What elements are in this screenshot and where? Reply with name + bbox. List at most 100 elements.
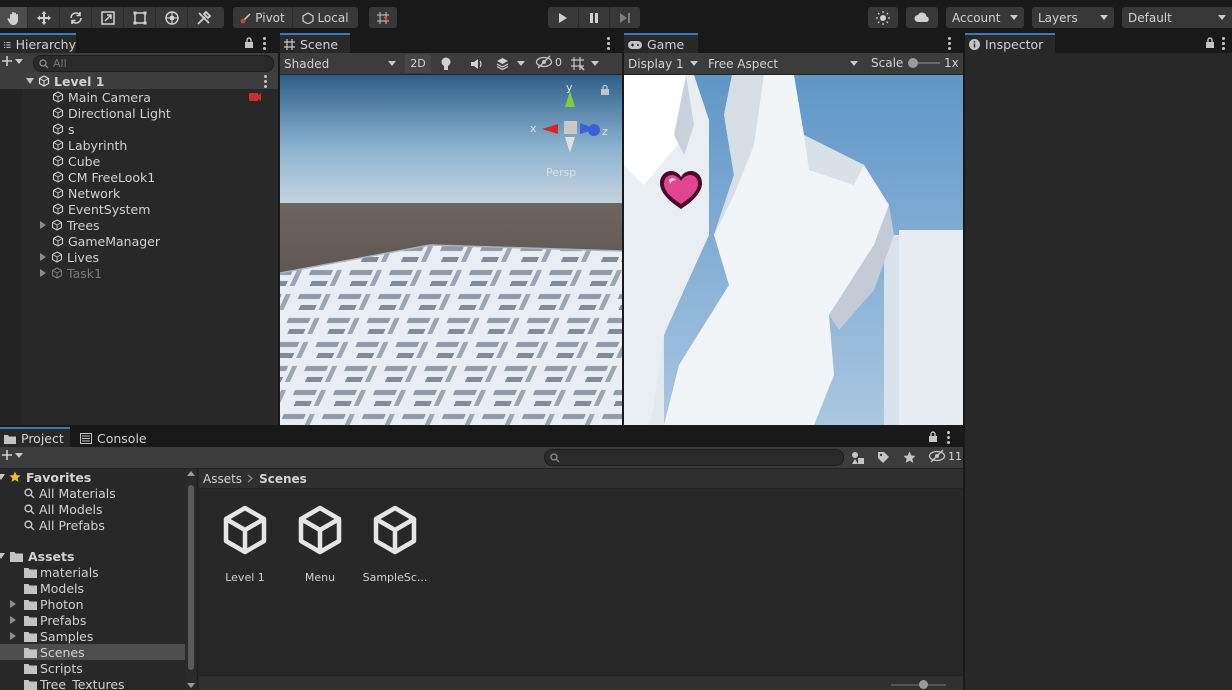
transform-tool-icon[interactable] [156, 7, 188, 28]
move-tool-icon[interactable] [28, 7, 60, 28]
create-dropdown[interactable] [2, 56, 23, 66]
account-dropdown[interactable]: Account [946, 7, 1024, 28]
cloud-button[interactable] [906, 7, 938, 28]
expand-arrow-icon[interactable] [40, 269, 46, 277]
effects-dropdown[interactable] [496, 57, 525, 70]
project-visibility-toggle[interactable]: 11 [928, 449, 962, 463]
gizmo-lock-icon[interactable] [601, 85, 609, 95]
scale-slider-thumb[interactable] [908, 58, 918, 68]
expand-arrow-icon[interactable] [40, 221, 46, 229]
scene-menu-icon[interactable] [607, 37, 610, 52]
aspect-dropdown[interactable]: Free Aspect [704, 53, 862, 74]
toggle-2d-button[interactable]: 2D [405, 54, 431, 73]
persp-label[interactable]: Persp [546, 166, 576, 179]
hierarchy-item[interactable]: s [0, 121, 278, 137]
hierarchy-item[interactable]: Lives [0, 249, 278, 265]
folder-item[interactable]: materials [0, 564, 185, 580]
hierarchy-item[interactable]: Trees [0, 217, 278, 233]
scale-tool-icon[interactable] [92, 7, 124, 28]
tab-inspector[interactable]: Inspector [965, 33, 1055, 54]
hierarchy-item[interactable]: GameManager [0, 233, 278, 249]
tab-console[interactable]: Console [76, 427, 156, 448]
expand-arrow-icon[interactable] [0, 553, 5, 559]
folder-item[interactable]: Samples [0, 628, 185, 644]
tree-scrollbar-thumb[interactable] [188, 485, 194, 670]
audio-toggle[interactable] [470, 58, 483, 70]
step-button[interactable] [610, 7, 640, 28]
custom-tools-icon[interactable] [188, 7, 220, 28]
lighting-button[interactable] [868, 7, 898, 28]
favorite-item[interactable]: All Models [0, 501, 185, 517]
expand-arrow-icon[interactable] [0, 474, 5, 480]
label-tag-icon[interactable] [877, 451, 890, 464]
project-search-input[interactable] [544, 449, 844, 466]
tab-game[interactable]: Game [624, 33, 698, 54]
pause-button[interactable] [579, 7, 610, 28]
expand-arrow-icon[interactable] [26, 78, 34, 84]
folder-item[interactable]: Scripts [0, 660, 185, 676]
grid-snap-button[interactable] [369, 7, 397, 28]
game-viewport[interactable] [624, 75, 963, 425]
tab-scene[interactable]: Scene [280, 33, 350, 54]
lock-icon[interactable] [928, 431, 938, 442]
hand-tool-icon[interactable] [0, 7, 28, 28]
inspector-menu-icon[interactable] [1222, 37, 1225, 52]
layout-dropdown[interactable]: Default [1122, 7, 1232, 28]
favorite-item[interactable]: All Prefabs [0, 517, 185, 533]
scene-menu-icon[interactable] [264, 75, 267, 90]
breadcrumb-assets[interactable]: Assets [203, 472, 242, 486]
lock-icon[interactable] [1205, 37, 1215, 48]
folder-item[interactable]: Models [0, 580, 185, 596]
tab-hierarchy[interactable]: Hierarchy [0, 33, 76, 54]
folder-item[interactable]: Photon [0, 596, 185, 612]
hierarchy-search-input[interactable]: All [33, 55, 274, 72]
hierarchy-item[interactable]: Main Camera [0, 89, 278, 105]
folder-item[interactable]: Prefabs [0, 612, 185, 628]
scene-orientation-gizmo[interactable]: y x z [526, 83, 612, 159]
hierarchy-item[interactable]: EventSystem [0, 201, 278, 217]
assets-header[interactable]: Assets [0, 548, 185, 564]
asset-item[interactable]: Level 1 [205, 504, 285, 584]
breadcrumb-scenes[interactable]: Scenes [259, 472, 307, 486]
scene-row[interactable]: Level 1 [0, 73, 278, 89]
project-menu-icon[interactable] [947, 431, 950, 446]
favorite-item[interactable]: All Materials [0, 485, 185, 501]
hierarchy-item[interactable]: Cube [0, 153, 278, 169]
hierarchy-item[interactable]: Directional Light [0, 105, 278, 121]
expand-arrow-icon[interactable] [10, 600, 16, 608]
scene-visibility-toggle[interactable]: 0 [535, 55, 562, 69]
rect-tool-icon[interactable] [124, 7, 156, 28]
play-button[interactable] [548, 7, 579, 28]
gizmos-dropdown[interactable] [570, 56, 599, 71]
local-toggle[interactable]: Local [293, 7, 358, 28]
search-by-type-icon[interactable] [851, 451, 865, 465]
display-dropdown[interactable]: Display 1 [624, 53, 702, 74]
asset-item[interactable]: SampleSc... [355, 504, 435, 584]
scroll-down-icon[interactable] [187, 683, 195, 688]
expand-arrow-icon[interactable] [10, 616, 16, 624]
hierarchy-item[interactable]: Labyrinth [0, 137, 278, 153]
expand-arrow-icon[interactable] [10, 632, 16, 640]
folder-item[interactable]: Tree_Textures [0, 676, 185, 690]
folder-item[interactable]: Scenes [0, 644, 185, 660]
rotate-tool-icon[interactable] [60, 7, 92, 28]
hierarchy-item[interactable]: Network [0, 185, 278, 201]
expand-arrow-icon[interactable] [40, 253, 46, 261]
icon-size-slider-thumb[interactable] [919, 680, 928, 689]
hierarchy-item[interactable]: CM FreeLook1 [0, 169, 278, 185]
hierarchy-menu-icon[interactable] [263, 37, 266, 52]
hierarchy-item[interactable]: Task1 [0, 265, 278, 281]
game-menu-icon[interactable] [948, 37, 951, 52]
asset-item[interactable]: Menu [280, 504, 360, 584]
star-icon[interactable] [903, 451, 916, 464]
create-asset-dropdown[interactable] [2, 450, 23, 460]
tree-scrollbar[interactable] [186, 469, 196, 690]
scroll-up-icon[interactable] [187, 471, 195, 476]
shading-mode-dropdown[interactable]: Shaded [280, 53, 400, 74]
tab-project[interactable]: Project [0, 427, 70, 448]
layers-dropdown[interactable]: Layers [1032, 7, 1114, 28]
pivot-toggle[interactable]: Pivot [233, 7, 293, 28]
favorites-header[interactable]: Favorites [0, 469, 185, 485]
lock-icon[interactable] [244, 37, 254, 48]
lighting-toggle[interactable] [440, 57, 452, 71]
